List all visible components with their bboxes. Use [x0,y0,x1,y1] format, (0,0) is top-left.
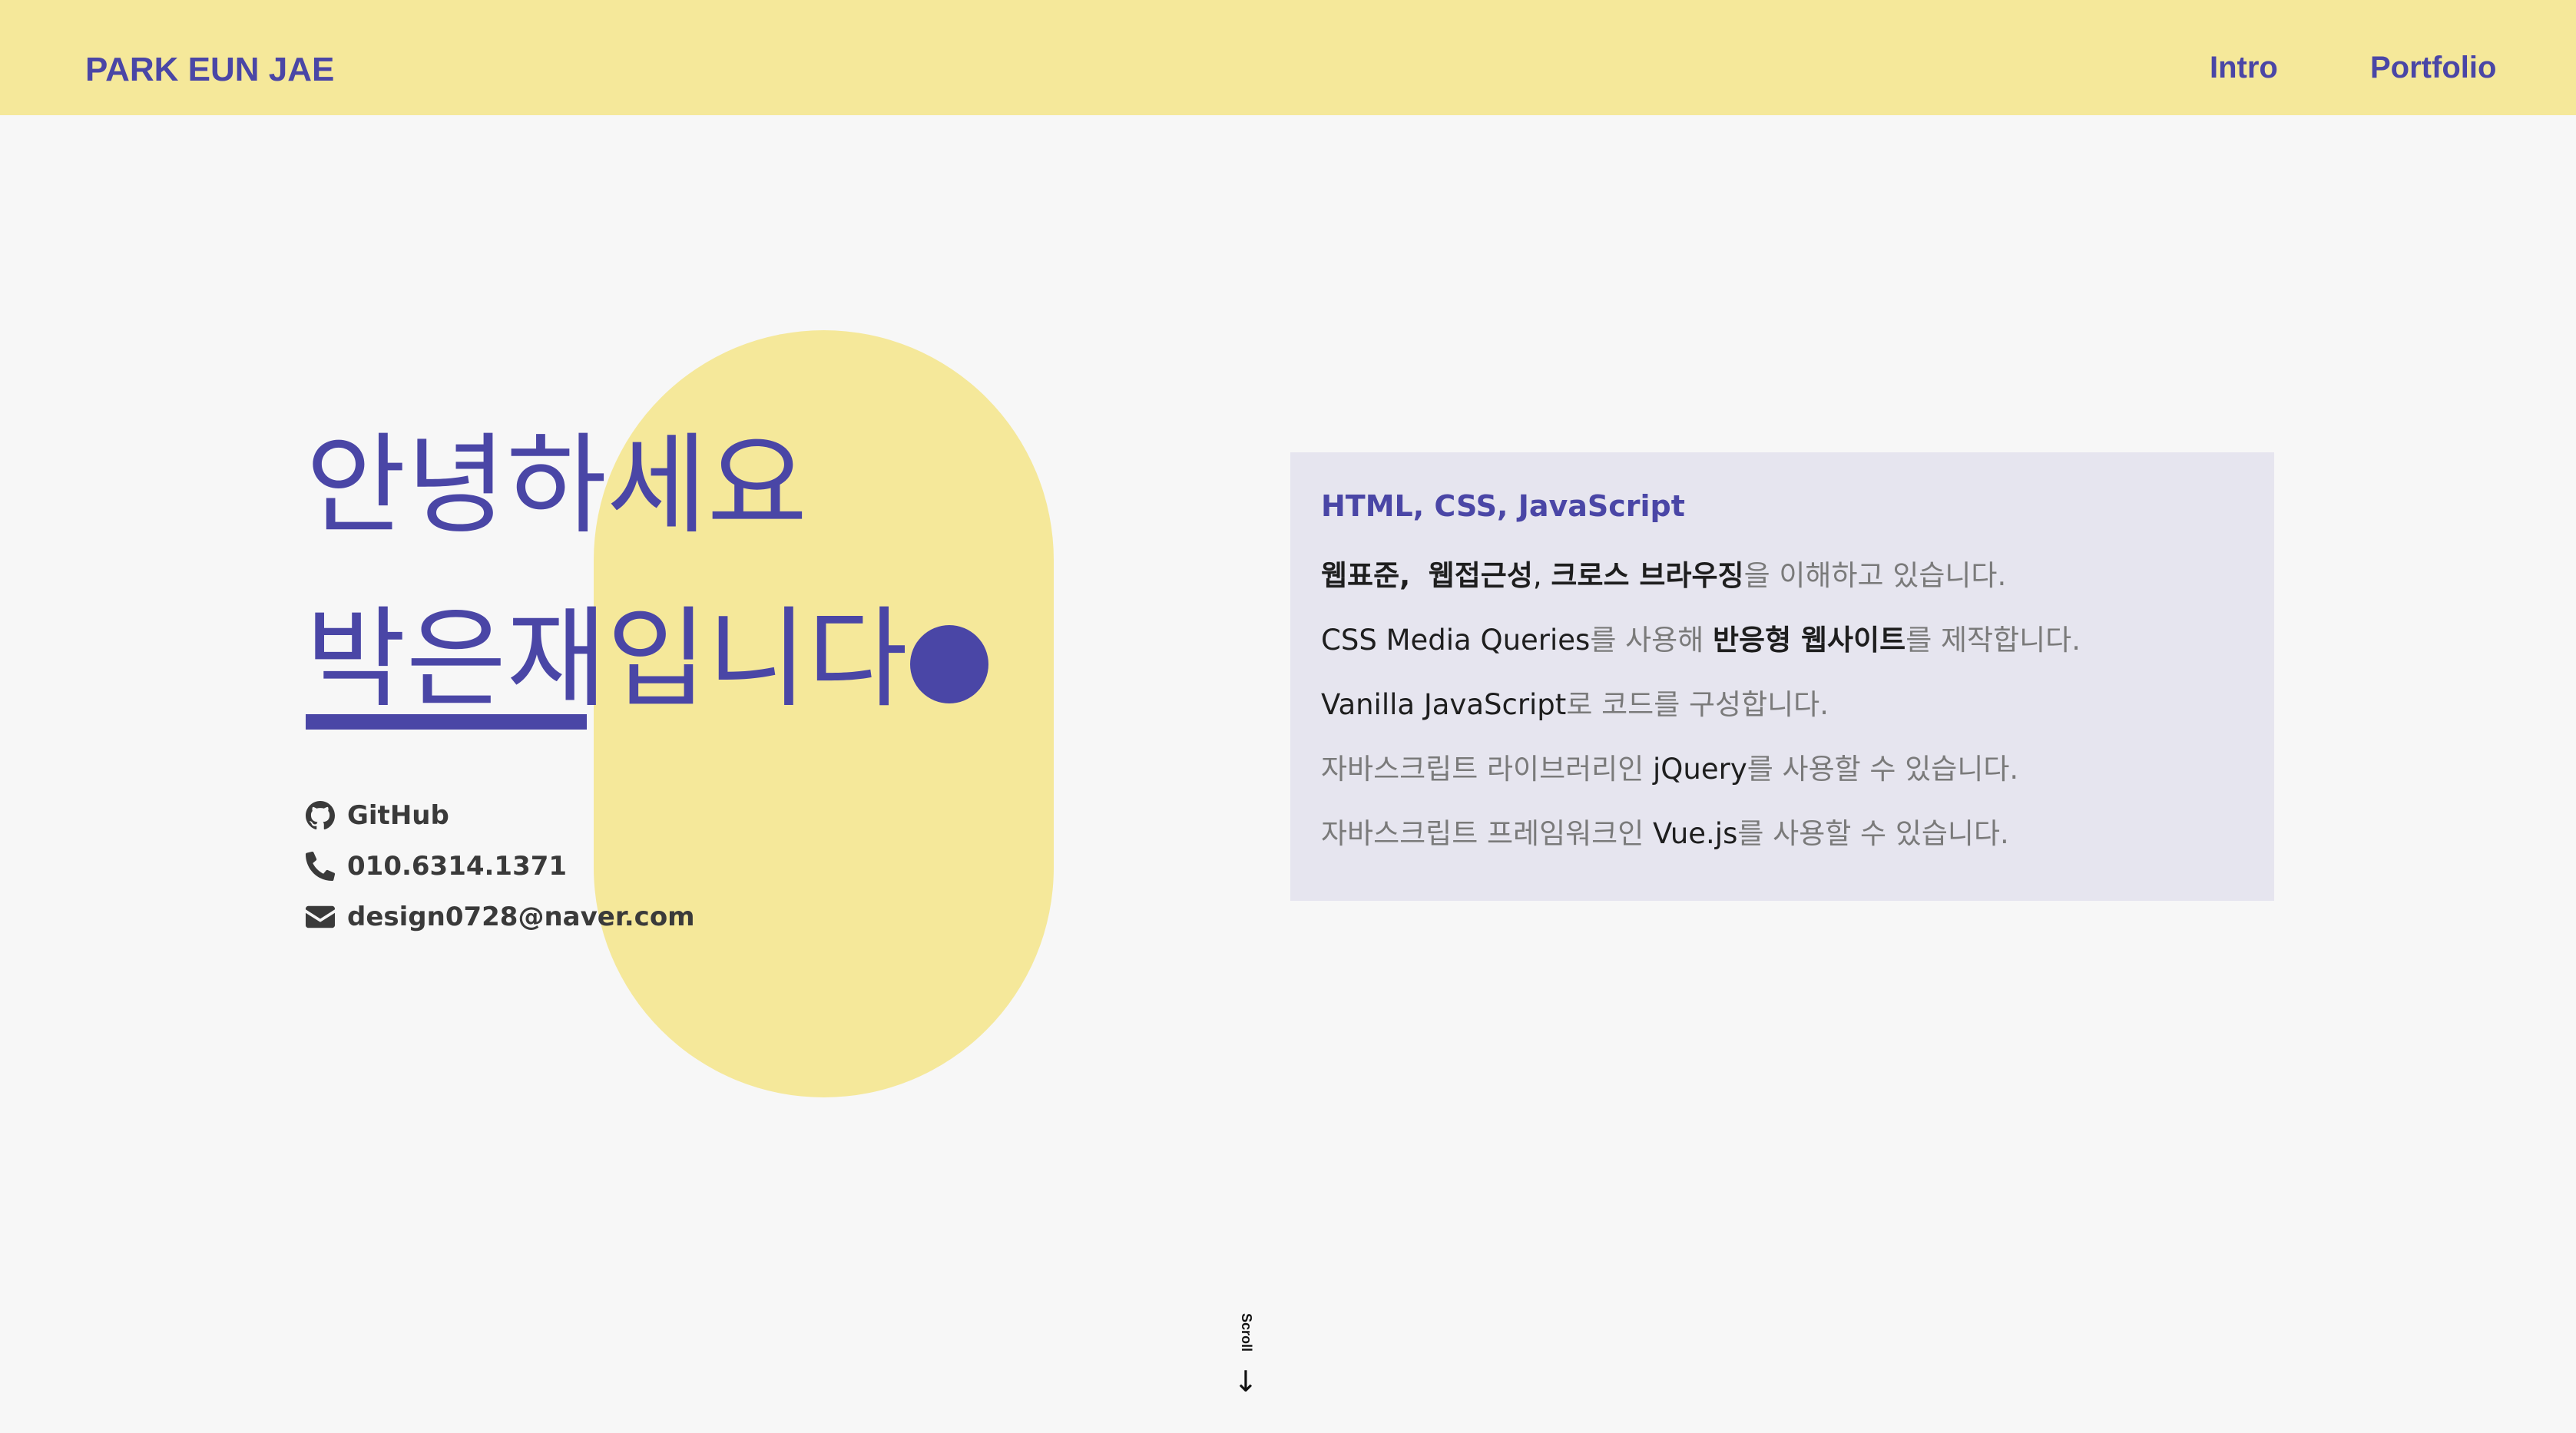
purple-dot-decoration [910,625,988,703]
name-underline [306,714,587,730]
skill-keyword: 웹접근성 [1428,559,1533,592]
skill-text: 를 사용해 [1590,624,1713,657]
email-label: design0728@naver.com [347,902,695,932]
site-header: PARK EUN JAE Intro Portfolio [0,0,2576,115]
skill-text: 로 코드를 구성합니다. [1566,688,1829,721]
name-line: 박은재입니다 [306,605,908,714]
skill-item: Vanilla JavaScript로 코드를 구성합니다. [1321,681,1829,723]
skill-text: 을 이해하고 있습니다. [1743,559,2007,592]
phone-link[interactable]: 010.6314.1371 [306,851,567,882]
skill-text: , [1532,559,1551,592]
email-link[interactable]: design0728@naver.com [306,902,695,932]
skill-text: 자바스크립트 라이브러리인 [1321,753,1654,786]
skill-text: 를 제작합니다. [1906,624,2081,657]
greeting-line: 안녕하세요 [306,422,808,549]
skill-keyword: Vue.js [1653,817,1738,850]
nav-intro-link[interactable]: Intro [2210,51,2278,85]
scroll-indicator[interactable]: Scroll ↓ [1229,1313,1260,1402]
envelope-icon [306,905,335,928]
name-suffix: 입니다 [606,596,908,723]
github-link[interactable]: GitHub [306,800,449,831]
scroll-label: Scroll [1239,1313,1254,1352]
skills-card: HTML, CSS, JavaScript 웹표준, 웹접근성, 크로스 브라우… [1290,452,2274,901]
logo-link[interactable]: PARK EUN JAE [85,51,334,89]
page: PARK EUN JAE Intro Portfolio 안녕하세요 박은재입니… [0,0,2576,1433]
skill-keyword: 반응형 웹사이트 [1713,624,1906,657]
skill-item: 자바스크립트 프레임워크인 Vue.js를 사용할 수 있습니다. [1321,810,2009,852]
github-label: GitHub [347,800,449,831]
skills-title: HTML, CSS, JavaScript [1321,489,1685,523]
skill-text: 를 사용할 수 있습니다. [1747,753,2019,786]
phone-icon [306,852,335,881]
github-icon [306,801,335,830]
skill-keyword: jQuery [1653,753,1747,786]
phone-label: 010.6314.1371 [347,851,568,882]
skill-item: CSS Media Queries를 사용해 반응형 웹사이트를 제작합니다. [1321,617,2081,658]
arrow-down-icon: ↓ [1233,1365,1258,1398]
skill-text: 자바스크립트 프레임워크인 [1321,817,1654,850]
skill-keyword: Vanilla JavaScript [1321,688,1567,721]
skill-item: 자바스크립트 라이브러리인 jQuery를 사용할 수 있습니다. [1321,746,2018,787]
skill-text: 를 사용할 수 있습니다. [1737,817,2009,850]
name-text: 박은재 [306,596,607,723]
skill-keyword: 크로스 브라우징 [1551,559,1744,592]
skill-keyword: CSS Media Queries [1321,624,1591,657]
skill-keyword: 웹표준, [1321,559,1411,592]
skill-item: 웹표준, 웹접근성, 크로스 브라우징을 이해하고 있습니다. [1321,552,2006,594]
nav-portfolio-link[interactable]: Portfolio [2370,51,2496,85]
